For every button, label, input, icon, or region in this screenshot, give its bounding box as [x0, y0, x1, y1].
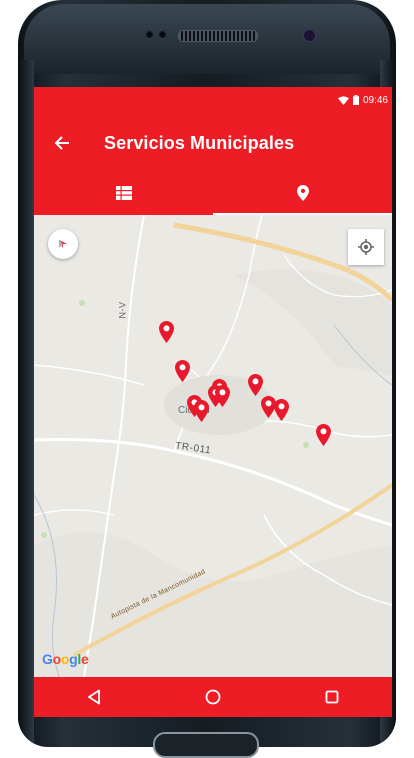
app-bar: 09:46 Servicios Municipales [34, 87, 392, 215]
front-camera [303, 29, 316, 42]
google-logo: Google [42, 651, 89, 667]
map-tiles [34, 215, 392, 677]
list-icon [115, 186, 132, 200]
compass-icon [59, 240, 67, 248]
tab-map[interactable] [213, 171, 392, 215]
status-time: 09:46 [362, 94, 388, 106]
map-marker[interactable] [215, 385, 230, 407]
square-recents-icon [325, 690, 339, 704]
triangle-back-icon [87, 689, 100, 705]
phone-home-button[interactable] [153, 732, 259, 758]
phone-screen: 09:46 Servicios Municipales N-V TR-011 A… [34, 87, 392, 717]
google-logo-text: Google [42, 651, 89, 667]
tab-list[interactable] [34, 171, 213, 215]
map-marker[interactable] [316, 424, 331, 446]
road-label-vertical: N-V [117, 301, 128, 319]
system-nav-bar [34, 677, 392, 717]
circle-home-icon [205, 689, 221, 705]
nav-home-button[interactable] [183, 677, 243, 717]
map-marker[interactable] [159, 321, 174, 343]
map-marker[interactable] [194, 400, 209, 422]
wifi-icon [337, 95, 349, 105]
status-bar: 09:46 [337, 92, 388, 108]
phone-edge-left [18, 60, 34, 747]
my-location-icon [358, 239, 374, 255]
back-button[interactable] [34, 123, 90, 163]
compass-button[interactable] [48, 229, 78, 259]
map-marker[interactable] [175, 360, 190, 382]
my-location-button[interactable] [348, 229, 384, 265]
location-pin-icon [296, 185, 309, 201]
map-marker[interactable] [248, 374, 263, 396]
arrow-left-icon [54, 136, 69, 150]
tab-bar [34, 171, 392, 215]
page-title: Servicios Municipales [104, 132, 295, 153]
toolbar: Servicios Municipales [34, 123, 392, 163]
phone-speaker [178, 30, 258, 42]
map-view[interactable]: N-V Ciudad TR-011 Autopista de la Mancom… [34, 215, 392, 677]
battery-icon [352, 95, 359, 105]
map-marker[interactable] [274, 399, 289, 421]
phone-sensors [146, 31, 166, 38]
nav-recents-button[interactable] [302, 677, 362, 717]
nav-back-button[interactable] [64, 677, 124, 717]
